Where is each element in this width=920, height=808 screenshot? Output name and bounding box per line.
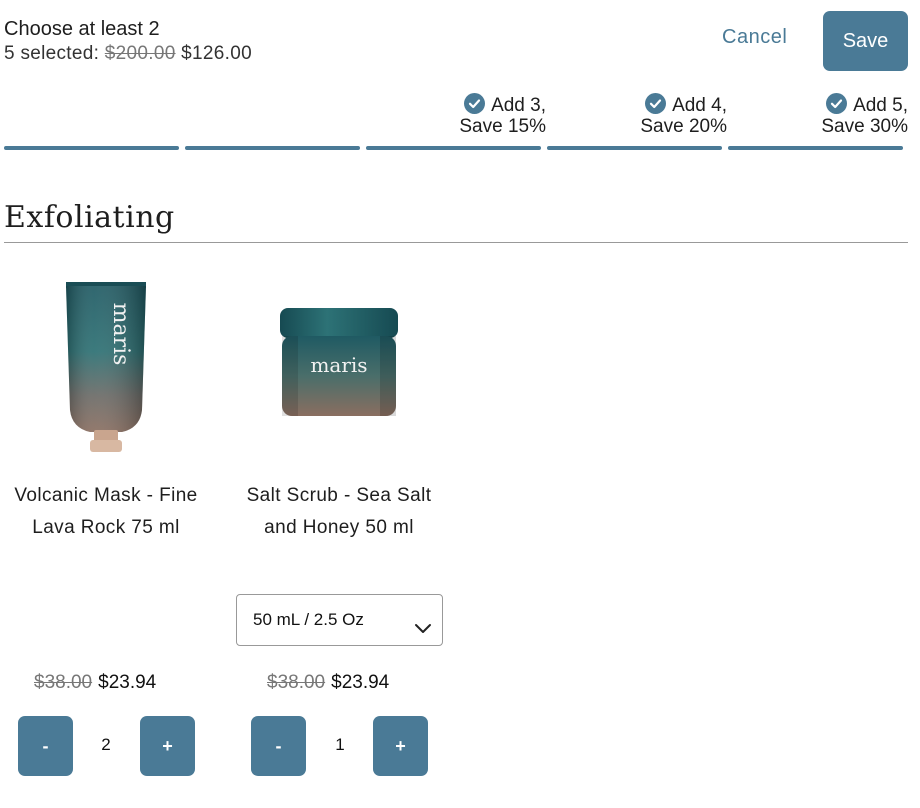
discounted-total: $126.00 <box>181 43 252 64</box>
tier-add-5: Add 5, Save 30% <box>780 93 908 137</box>
selected-count: 5 selected: <box>4 43 100 64</box>
increase-quantity-button[interactable]: + <box>140 716 195 776</box>
tier-line-1: Add 3, <box>420 93 546 116</box>
section-divider <box>4 242 908 243</box>
progress-segment-3 <box>366 146 541 150</box>
chevron-down-icon <box>412 609 434 659</box>
product-image-volcanic-mask: maris <box>56 270 156 465</box>
tier-line-2: Save 20% <box>640 116 727 137</box>
cancel-button[interactable]: Cancel <box>722 26 787 49</box>
original-total: $200.00 <box>104 43 176 64</box>
product-price: $38.00 $23.94 <box>34 672 156 694</box>
progress-segment-1 <box>4 146 179 150</box>
tier-line-2: Save 30% <box>821 116 908 137</box>
product-price: $38.00 $23.94 <box>267 672 389 694</box>
selection-summary: Choose at least 2 5 selected: $200.00 $1… <box>4 16 252 66</box>
sale-price: $23.94 <box>331 672 390 693</box>
decrease-quantity-button[interactable]: - <box>18 716 73 776</box>
increase-quantity-button[interactable]: + <box>373 716 428 776</box>
svg-text:maris: maris <box>108 303 133 366</box>
tier-add-4: Add 4, Save 20% <box>600 93 727 137</box>
selection-requirement: Choose at least 2 <box>4 18 160 40</box>
check-circle-icon <box>464 93 486 114</box>
original-price: $38.00 <box>267 672 326 693</box>
check-circle-icon <box>826 93 848 114</box>
quantity-value: 1 <box>335 735 345 754</box>
progress-segment-4 <box>547 146 722 150</box>
product-image-salt-scrub: maris <box>272 300 406 435</box>
tier-add-3: Add 3, Save 15% <box>420 93 546 137</box>
quantity-value: 2 <box>101 735 111 754</box>
progress-segment-5 <box>728 146 903 150</box>
decrease-quantity-button[interactable]: - <box>251 716 306 776</box>
variant-selected-value: 50 mL / 2.5 Oz <box>253 610 364 629</box>
check-circle-icon <box>645 93 667 114</box>
save-button[interactable]: Save <box>823 11 908 71</box>
product-name[interactable]: Salt Scrub - Sea Salt and Honey 50 ml <box>229 480 449 544</box>
product-name[interactable]: Volcanic Mask - Fine Lava Rock 75 ml <box>0 480 216 544</box>
section-title: Exfoliating <box>4 200 175 235</box>
sale-price: $23.94 <box>98 672 157 693</box>
selection-status: 5 selected: $200.00 $126.00 <box>4 42 252 66</box>
tier-line-1: Add 4, <box>600 93 727 116</box>
tier-line-2: Save 15% <box>459 116 546 137</box>
variant-select[interactable]: 50 mL / 2.5 Oz <box>236 594 443 646</box>
progress-segment-2 <box>185 146 360 150</box>
original-price: $38.00 <box>34 672 93 693</box>
svg-text:maris: maris <box>310 353 367 377</box>
tier-line-1: Add 5, <box>780 93 908 116</box>
